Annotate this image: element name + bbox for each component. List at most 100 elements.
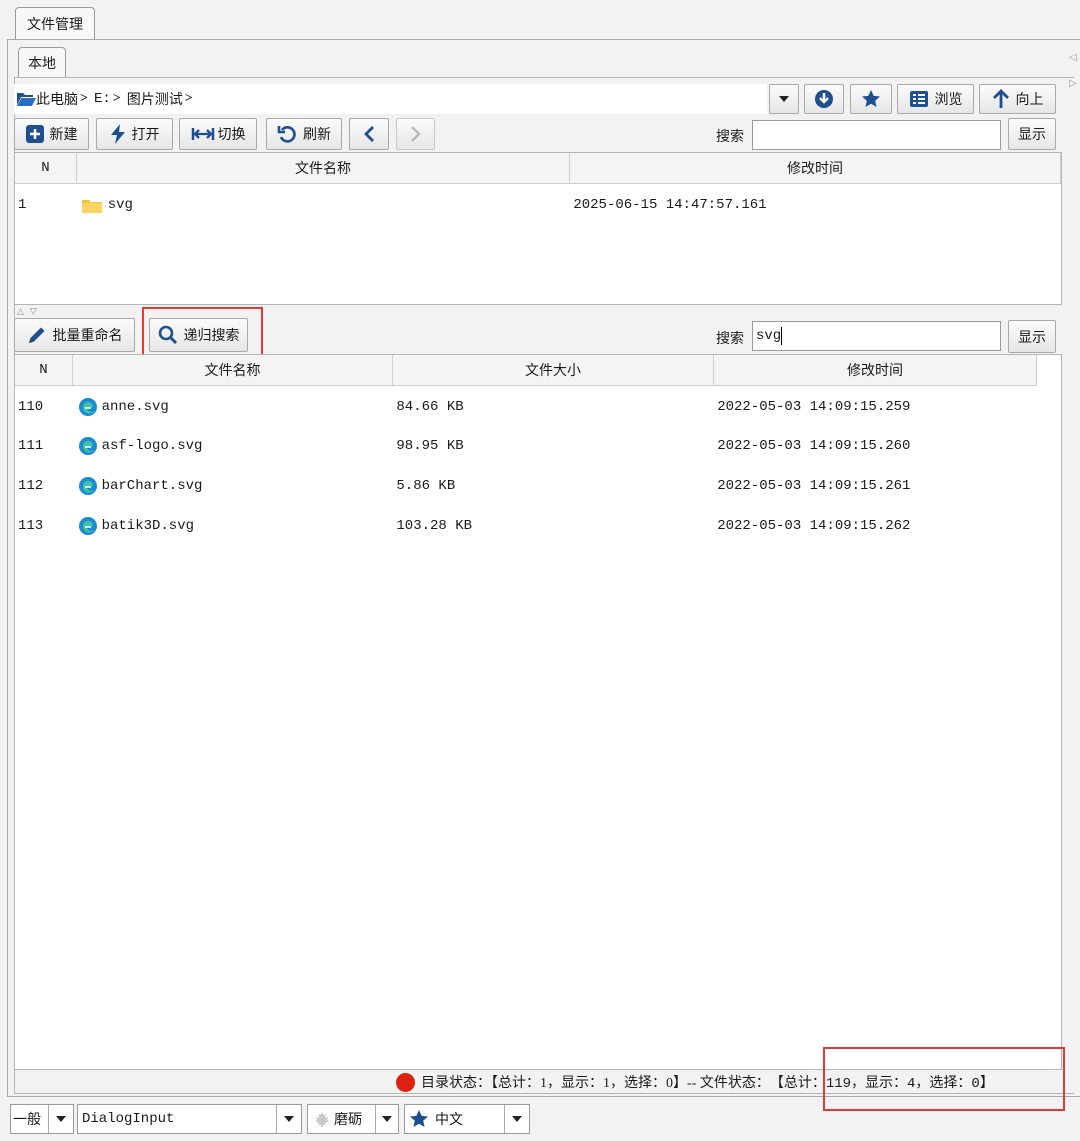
- forward-button[interactable]: [396, 118, 435, 150]
- chevron-right-icon: >: [184, 91, 193, 106]
- row-name-cell: asf-logo.svg: [76, 427, 394, 465]
- path-segment[interactable]: 图片测试: [127, 89, 183, 109]
- row-mtime: 2022-05-03 14:09:15.261: [717, 478, 911, 494]
- maple-leaf-icon: [314, 1111, 330, 1127]
- row-n: 110: [18, 399, 44, 415]
- lightning-icon: [110, 124, 126, 144]
- star-icon: [409, 1109, 429, 1129]
- scroll-left-icon[interactable]: ◁: [1069, 52, 1077, 63]
- chevron-right-icon: >: [80, 91, 88, 106]
- splitter-arrows-icon[interactable]: △▽: [17, 306, 43, 317]
- download-button[interactable]: [804, 84, 844, 114]
- new-label: 新建: [49, 128, 78, 143]
- highlight-box-recursive: [142, 307, 263, 361]
- open-label: 打开: [131, 128, 160, 143]
- show-label: 显示: [1018, 330, 1046, 346]
- chevron-right-icon: >: [112, 91, 121, 106]
- path-segment[interactable]: E:: [94, 91, 111, 107]
- arrow-up-icon: [992, 89, 1010, 109]
- browse-label: 浏览: [934, 93, 963, 108]
- row-name: svg: [107, 197, 133, 213]
- star-icon: [861, 89, 881, 109]
- col-size-header[interactable]: 文件大小: [393, 355, 714, 386]
- table-row[interactable]: 110 anne.svg 84.66 KB 2022-05-03 14:09:1…: [15, 388, 1037, 426]
- col-n-header[interactable]: N: [15, 153, 77, 184]
- path-bar[interactable]: 此电脑 > E: > 图片测试 >: [14, 84, 767, 114]
- up-button[interactable]: 向上: [979, 84, 1056, 114]
- path-segment[interactable]: 此电脑: [36, 89, 78, 109]
- row-name: batik3D.svg: [101, 518, 195, 534]
- up-label: 向上: [1015, 93, 1044, 108]
- row-name: anne.svg: [101, 399, 169, 415]
- row-name: barChart.svg: [101, 478, 203, 494]
- tab-label: 文件管理: [27, 18, 83, 33]
- file-table: N 文件名称 文件大小 修改时间 110 anne.svg 84.66 KB 2…: [14, 354, 1062, 1070]
- edge-browser-icon: [78, 436, 98, 456]
- back-button[interactable]: [349, 118, 389, 150]
- search-label: 搜索: [716, 332, 744, 347]
- chevron-down-icon: [375, 1105, 398, 1133]
- tab-local[interactable]: 本地: [18, 47, 66, 78]
- browse-button[interactable]: 浏览: [897, 84, 974, 114]
- col-name-header[interactable]: 文件名称: [73, 355, 393, 386]
- batch-rename-button[interactable]: 批量重命名: [14, 318, 135, 352]
- col-name-header[interactable]: 文件名称: [77, 153, 570, 184]
- dir-table-header: N 文件名称 修改时间: [15, 153, 1061, 184]
- file-show-button[interactable]: 显示: [1008, 320, 1056, 353]
- table-row[interactable]: 112 barChart.svg 5.86 KB 2022-05-03 14:0…: [15, 467, 1037, 505]
- favorite-button[interactable]: [850, 84, 892, 114]
- show-label: 显示: [1018, 128, 1046, 143]
- dir-search-input[interactable]: [752, 120, 1001, 150]
- table-row[interactable]: 113 batik3D.svg 103.28 KB 2022-05-03 14:…: [15, 507, 1037, 545]
- file-search-input[interactable]: svg: [752, 321, 1001, 351]
- row-n: 1: [18, 197, 27, 213]
- row-n: 111: [18, 438, 44, 454]
- path-dropdown-button[interactable]: [769, 84, 799, 114]
- refresh-icon: [277, 124, 297, 144]
- row-name-cell: anne.svg: [76, 388, 394, 426]
- row-n: 113: [18, 518, 44, 534]
- table-row[interactable]: 1 svg 2025-06-15 14:47:57.161: [15, 187, 1061, 223]
- batch-rename-label: 批量重命名: [52, 329, 123, 344]
- row-size: 84.66 KB: [396, 399, 464, 415]
- highlight-box-status: [823, 1047, 1065, 1111]
- folder-icon: [81, 198, 102, 213]
- dir-show-button[interactable]: 显示: [1008, 118, 1056, 150]
- row-mtime: 2022-05-03 14:09:15.260: [717, 438, 911, 454]
- chevron-down-icon: [276, 1105, 301, 1133]
- tab-label: 本地: [28, 57, 56, 72]
- open-button[interactable]: 打开: [96, 118, 173, 150]
- arrows-horizontal-icon: [191, 126, 215, 142]
- chevron-right-icon: [409, 125, 423, 143]
- refresh-button[interactable]: 刷新: [266, 118, 342, 150]
- dir-table: N 文件名称 修改时间 1 svg 2025-06-15 14:47:57.16…: [14, 152, 1062, 305]
- file-table-header: N 文件名称 文件大小 修改时间: [15, 355, 1037, 386]
- language-select[interactable]: 中文: [404, 1104, 530, 1134]
- row-n: 112: [18, 478, 44, 494]
- scroll-right-icon[interactable]: ▷: [1069, 78, 1077, 89]
- row-size: 98.95 KB: [396, 438, 464, 454]
- col-mtime-header[interactable]: 修改时间: [570, 153, 1061, 184]
- row-mtime: 2022-05-03 14:09:15.259: [717, 399, 911, 415]
- switch-label: 切换: [217, 128, 246, 143]
- status-dot-icon: [396, 1072, 415, 1092]
- new-button[interactable]: 新建: [14, 118, 89, 150]
- row-size: 5.86 KB: [396, 478, 456, 494]
- col-mtime-header[interactable]: 修改时间: [714, 355, 1037, 386]
- category-select[interactable]: 一般: [10, 1104, 74, 1134]
- table-row[interactable]: 111 asf-logo.svg 98.95 KB 2022-05-03 14:…: [15, 427, 1037, 465]
- row-name: asf-logo.svg: [101, 438, 203, 454]
- col-n-header[interactable]: N: [15, 355, 73, 386]
- font-select[interactable]: DialogInput: [77, 1104, 302, 1134]
- pencil-icon: [27, 325, 47, 345]
- switch-button[interactable]: 切换: [179, 118, 257, 150]
- row-name-cell: batik3D.svg: [76, 507, 394, 545]
- tab-file-management[interactable]: 文件管理: [15, 7, 95, 40]
- row-name-cell: barChart.svg: [76, 467, 394, 505]
- row-name-cell: svg: [80, 187, 571, 223]
- theme-select[interactable]: 磨砺: [307, 1104, 399, 1134]
- text-cursor: [781, 327, 783, 345]
- chevron-left-icon: [362, 125, 376, 143]
- edge-browser-icon: [78, 516, 98, 536]
- row-mtime: 2022-05-03 14:09:15.262: [717, 518, 911, 534]
